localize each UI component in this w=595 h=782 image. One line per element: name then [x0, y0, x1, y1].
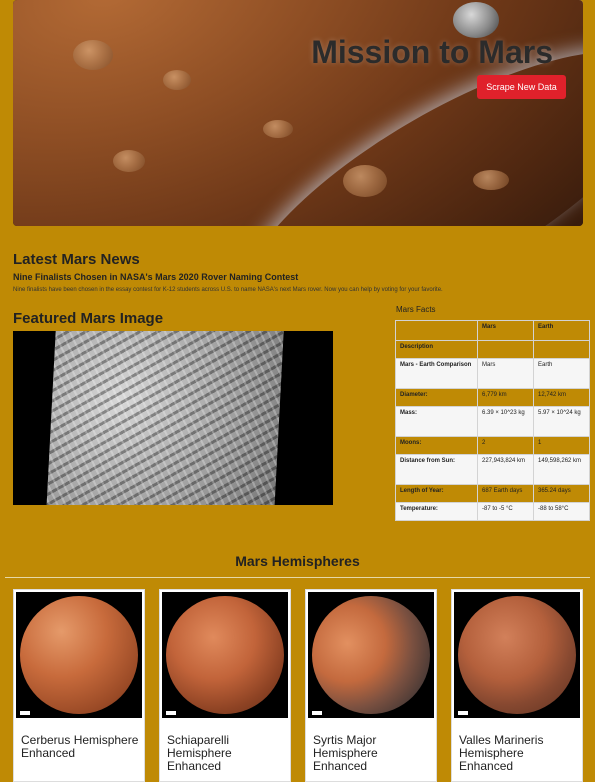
news-title: Nine Finalists Chosen in NASA's Mars 202…: [13, 272, 299, 282]
featured-image-heading: Featured Mars Image: [13, 310, 164, 327]
hemisphere-title: Schiaparelli Hemisphere Enhanced: [167, 733, 232, 773]
table-row: Length of Year: 687 Earth days 365.24 da…: [395, 484, 590, 503]
page-title: Mission to Mars: [311, 34, 553, 70]
hemispheres-heading: Mars Hemispheres: [235, 553, 360, 569]
hero-banner: Mission to Mars Scrape New Data: [13, 0, 583, 226]
scrape-new-data-button[interactable]: Scrape New Data: [477, 75, 566, 99]
table-row: Description: [395, 340, 590, 359]
hemisphere-card-schiaparelli[interactable]: Schiaparelli Hemisphere Enhanced: [159, 589, 291, 782]
featured-mars-image: [13, 331, 333, 505]
hemisphere-image[interactable]: [308, 592, 434, 718]
mars-facts-heading: Mars Facts: [396, 305, 436, 314]
hemisphere-title: Cerberus Hemisphere Enhanced: [21, 733, 139, 760]
table-header: [395, 320, 478, 341]
table-row: Diameter: 6,779 km 12,742 km: [395, 388, 590, 407]
table-row: Distance from Sun: 227,943,824 km 149,59…: [395, 454, 590, 485]
divider: [5, 577, 590, 578]
news-teaser: Nine finalists have been chosen in the e…: [13, 287, 443, 293]
table-row: Moons: 2 1: [395, 436, 590, 455]
hemisphere-card-cerberus[interactable]: Cerberus Hemisphere Enhanced: [13, 589, 145, 782]
table-row: Mars - Earth Comparison Mars Earth: [395, 358, 590, 389]
table-header: Mars: [477, 320, 534, 341]
hemisphere-title: Syrtis Major Hemisphere Enhanced: [313, 733, 378, 773]
news-heading: Latest Mars News: [13, 251, 140, 268]
hemisphere-image[interactable]: [454, 592, 580, 718]
table-row: Mass: 6.39 × 10^23 kg 5.97 × 10^24 kg: [395, 406, 590, 437]
hemisphere-card-syrtis-major[interactable]: Syrtis Major Hemisphere Enhanced: [305, 589, 437, 782]
hemisphere-title: Valles Marineris Hemisphere Enhanced: [459, 733, 544, 773]
moon-image: [453, 2, 499, 38]
table-header: Earth: [533, 320, 590, 341]
hemisphere-card-valles-marineris[interactable]: Valles Marineris Hemisphere Enhanced: [451, 589, 583, 782]
mars-facts-table: Mars Earth Description Mars - Earth Comp…: [395, 320, 590, 521]
table-row: Temperature: -87 to -5 °C -88 to 58°C: [395, 502, 590, 521]
hemisphere-image[interactable]: [16, 592, 142, 718]
hemisphere-image[interactable]: [162, 592, 288, 718]
